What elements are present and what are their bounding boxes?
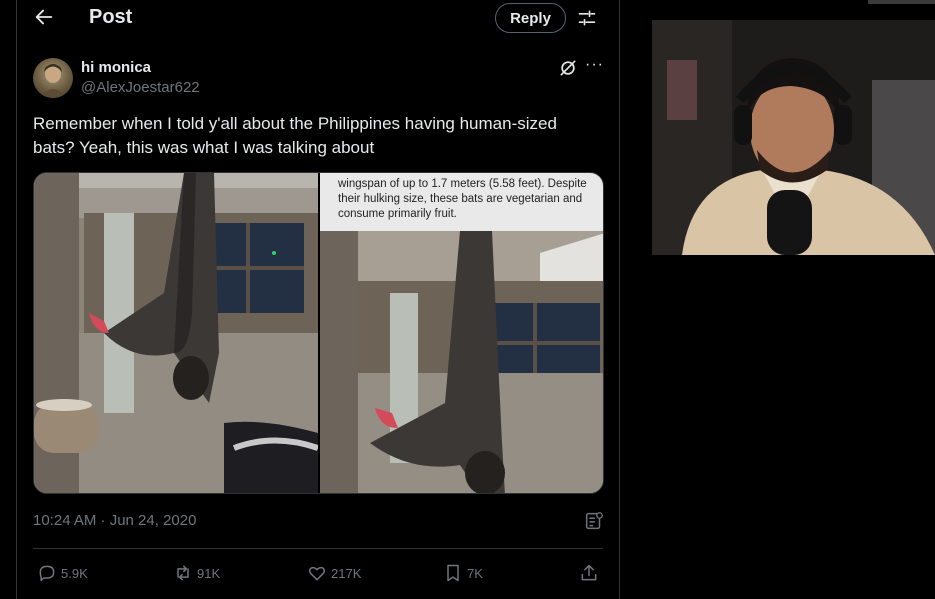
author-name[interactable]: hi monica xyxy=(81,59,151,76)
grok-icon[interactable] xyxy=(558,58,578,78)
bookmark-count: 7K xyxy=(467,565,483,581)
back-arrow-icon[interactable] xyxy=(33,6,55,28)
top-right-bar xyxy=(868,0,935,4)
repost-count: 91K xyxy=(197,565,221,581)
reply-icon xyxy=(39,565,55,582)
post-panel: Post Reply hi monica @AlexJoestar622 ···… xyxy=(16,0,620,599)
media-caption: wingspan of up to 1.7 meters (5.58 feet)… xyxy=(320,173,603,231)
bat-photo-left[interactable] xyxy=(34,173,318,494)
like-icon xyxy=(308,566,326,581)
more-icon[interactable]: ··· xyxy=(585,56,604,74)
analytics-icon[interactable] xyxy=(583,510,605,532)
post-media[interactable]: wingspan of up to 1.7 meters (5.58 feet)… xyxy=(33,172,604,494)
repost-icon xyxy=(177,565,189,581)
post-timestamp[interactable]: 10:24 AM · Jun 24, 2020 xyxy=(33,512,196,529)
reply-button[interactable]: Reply xyxy=(495,3,566,33)
bookmark-icon xyxy=(447,564,459,582)
filter-icon[interactable] xyxy=(577,8,597,28)
like-action[interactable]: 217K xyxy=(307,563,361,583)
share-action[interactable] xyxy=(579,563,599,583)
repost-action[interactable]: 91K xyxy=(173,563,220,583)
post-header: Post Reply xyxy=(17,0,619,38)
page-title: Post xyxy=(89,6,133,28)
streamer-webcam xyxy=(652,20,935,255)
like-count: 217K xyxy=(331,565,362,581)
avatar[interactable] xyxy=(33,58,73,98)
bookmark-action[interactable]: 7K xyxy=(443,563,483,583)
divider xyxy=(33,548,603,549)
reply-count: 5.9K xyxy=(61,565,88,581)
author-handle[interactable]: @AlexJoestar622 xyxy=(81,79,200,96)
reply-action[interactable]: 5.9K xyxy=(37,563,88,583)
share-icon xyxy=(581,564,597,581)
post-text: Remember when I told y'all about the Phi… xyxy=(33,114,557,157)
